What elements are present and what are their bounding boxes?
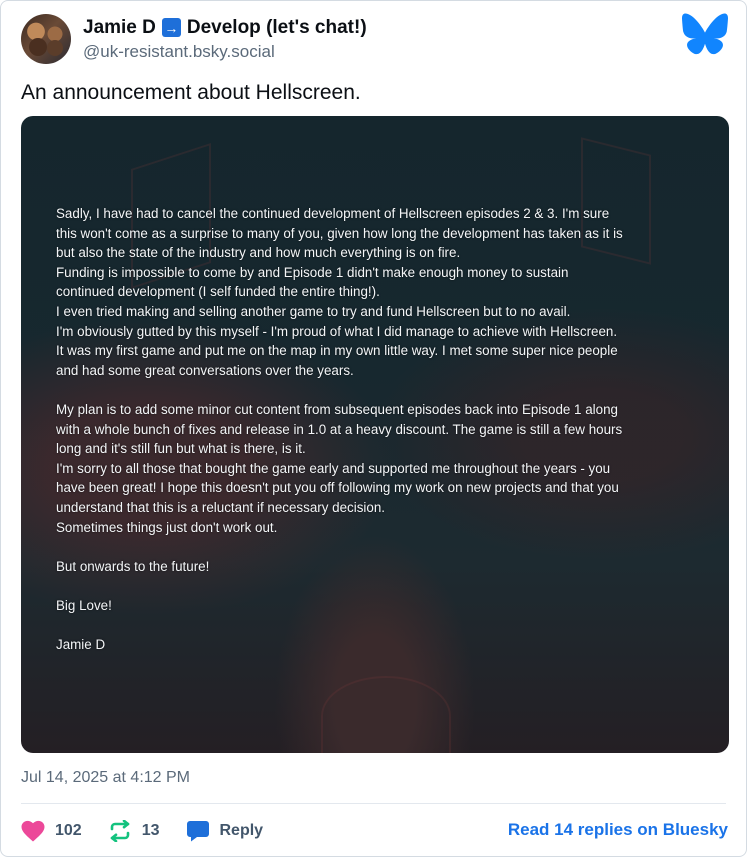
- divider: [21, 803, 726, 804]
- reply-button[interactable]: Reply: [186, 820, 264, 842]
- action-bar: 102 13 Reply: [21, 816, 289, 846]
- heart-icon: [21, 820, 45, 842]
- letter-signature: Jamie D: [56, 637, 106, 653]
- repost-button[interactable]: 13: [108, 820, 160, 842]
- reply-label: Reply: [219, 822, 264, 839]
- letter-paragraph: My plan is to add some minor cut content…: [56, 401, 623, 535]
- post-header: Jamie D → Develop (let's chat!) @uk-resi…: [21, 13, 367, 65]
- author-display-name[interactable]: Jamie D → Develop (let's chat!): [83, 16, 367, 40]
- read-replies-link[interactable]: Read 14 replies on Bluesky: [508, 820, 728, 840]
- author-info: Jamie D → Develop (let's chat!) @uk-resi…: [83, 16, 367, 63]
- post-image[interactable]: Sadly, I have had to cancel the continue…: [21, 116, 729, 753]
- announcement-letter: Sadly, I have had to cancel the continue…: [56, 204, 706, 655]
- bluesky-butterfly-icon[interactable]: [682, 13, 728, 55]
- like-button[interactable]: 102: [21, 820, 82, 842]
- repost-icon: [110, 820, 130, 842]
- post-text: An announcement about Hellscreen.: [21, 81, 361, 104]
- letter-paragraph: But onwards to the future!: [56, 558, 210, 574]
- background-shape: [321, 676, 451, 753]
- post-card: Jamie D → Develop (let's chat!) @uk-resi…: [0, 0, 747, 857]
- like-count: 102: [55, 822, 82, 839]
- avatar[interactable]: [21, 14, 71, 64]
- reply-icon: [186, 821, 209, 842]
- letter-paragraph: Big Love!: [56, 597, 112, 613]
- letter-paragraph: Sadly, I have had to cancel the continue…: [56, 206, 623, 378]
- arrow-right-icon: →: [161, 18, 181, 37]
- repost-count: 13: [141, 822, 160, 839]
- post-timestamp[interactable]: Jul 14, 2025 at 4:12 PM: [21, 769, 190, 787]
- author-name: Jamie D: [83, 16, 156, 38]
- author-handle[interactable]: @uk-resistant.bsky.social: [83, 41, 367, 63]
- author-name-suffix: Develop (let's chat!): [186, 16, 367, 38]
